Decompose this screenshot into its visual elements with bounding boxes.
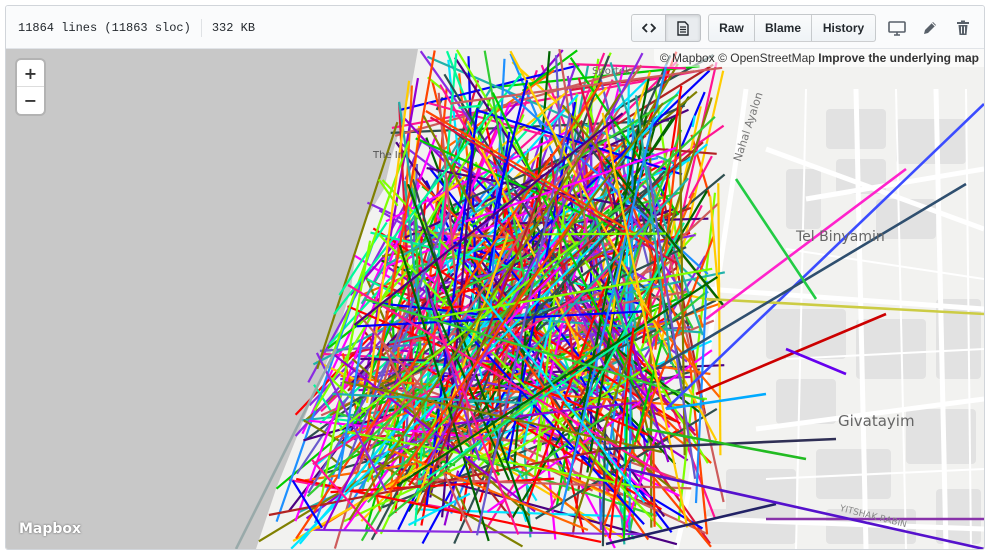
blame-button[interactable]: Blame (754, 14, 812, 42)
route-line (652, 444, 656, 527)
desktop-icon[interactable] (887, 18, 907, 38)
line-count: 11864 lines (11863 sloc) (18, 21, 191, 35)
file-header: 11864 lines (11863 sloc) 332 KB Raw Blam… (6, 6, 984, 49)
improve-map-link[interactable]: Improve the underlying map (818, 51, 979, 65)
file-info: 11864 lines (11863 sloc) 332 KB (18, 19, 255, 37)
file-icon (677, 20, 689, 36)
label-the-institute: The In (373, 150, 405, 161)
zoom-control: + − (17, 60, 44, 114)
attribution-osm[interactable]: © OpenStreetMap (718, 51, 815, 65)
trash-icon[interactable] (953, 18, 973, 38)
label-tel-binyamin: Tel Binyamin (796, 229, 885, 245)
history-button[interactable]: History (811, 14, 876, 42)
zoom-out-button[interactable]: − (17, 87, 44, 114)
zoom-in-button[interactable]: + (17, 60, 44, 87)
code-icon (641, 23, 656, 33)
attribution-mapbox[interactable]: © Mapbox (660, 51, 715, 65)
map-basemap (6, 49, 984, 549)
file-size: 332 KB (211, 21, 256, 35)
file-box: 11864 lines (11863 sloc) 332 KB Raw Blam… (5, 5, 985, 550)
map-canvas[interactable]: Sportek The In Nahal Ayalon Tel Binyamin… (6, 49, 984, 549)
map-attribution: © Mapbox © OpenStreetMap Improve the und… (653, 49, 984, 67)
divider (200, 19, 202, 37)
display-rendered-button[interactable] (665, 14, 701, 42)
route-line (542, 232, 667, 236)
label-sportek: Sportek (592, 66, 631, 77)
pencil-icon[interactable] (920, 18, 940, 38)
label-givatayim: Givatayim (838, 412, 915, 430)
display-source-button[interactable] (631, 14, 666, 42)
mapbox-logo[interactable]: Mapbox (19, 521, 81, 537)
raw-button[interactable]: Raw (708, 14, 755, 42)
